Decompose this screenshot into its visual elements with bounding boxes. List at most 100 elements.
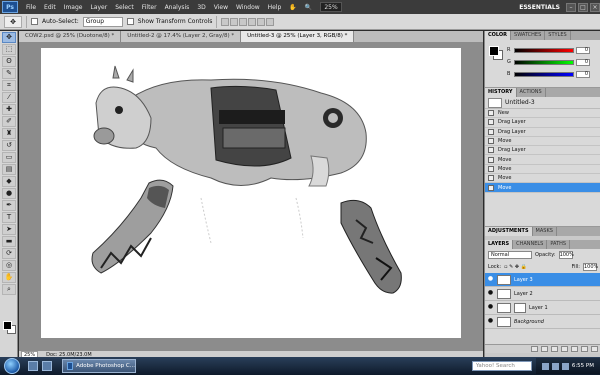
- add-mask-icon[interactable]: [551, 346, 558, 352]
- menu-help[interactable]: Help: [264, 4, 286, 11]
- lasso-tool-icon[interactable]: ʘ: [2, 56, 16, 67]
- start-button[interactable]: [4, 358, 20, 374]
- close-button[interactable]: ×: [590, 2, 600, 12]
- tray-volume-icon[interactable]: [551, 362, 559, 370]
- layer-name[interactable]: Layer 2: [514, 291, 533, 297]
- menu-window[interactable]: Window: [232, 4, 264, 11]
- menu-3d[interactable]: 3D: [193, 4, 209, 11]
- hand-tool-icon[interactable]: ✋: [2, 272, 16, 283]
- history-item[interactable]: Move: [485, 165, 600, 175]
- menu-select[interactable]: Select: [111, 4, 138, 11]
- crop-tool-icon[interactable]: ⌗: [2, 80, 16, 91]
- type-tool-icon[interactable]: T: [2, 212, 16, 223]
- new-group-icon[interactable]: [571, 346, 578, 352]
- tab-color[interactable]: COLOR: [485, 31, 512, 40]
- tab-actions[interactable]: ACTIONS: [517, 88, 546, 97]
- red-slider[interactable]: R 0: [507, 46, 597, 54]
- quick-launch-folder-icon[interactable]: [42, 361, 52, 371]
- history-snapshot[interactable]: Untitled-3: [485, 97, 600, 109]
- green-bar[interactable]: [514, 59, 574, 65]
- history-item[interactable]: Drag Layer: [485, 128, 600, 137]
- tab-styles[interactable]: STYLES: [545, 31, 571, 40]
- marquee-tool-icon[interactable]: ⬚: [2, 44, 16, 55]
- eyedropper-tool-icon[interactable]: ⁄: [2, 92, 16, 103]
- blue-value[interactable]: 0: [576, 70, 590, 78]
- eye-icon[interactable]: ●: [487, 318, 494, 325]
- history-item[interactable]: Move: [485, 155, 600, 165]
- history-item-selected[interactable]: Move: [485, 183, 600, 193]
- layer-row[interactable]: ● Layer 2: [485, 287, 600, 301]
- align-top-icon[interactable]: [221, 17, 230, 26]
- quick-launch-ie-icon[interactable]: [28, 361, 38, 371]
- layer-name[interactable]: Background: [514, 319, 544, 325]
- history-item[interactable]: New: [485, 109, 600, 119]
- zoom-tool-icon[interactable]: ⌕: [2, 284, 16, 295]
- align-right-icon[interactable]: [266, 17, 275, 26]
- workspace-switcher[interactable]: ESSENTIALS: [519, 4, 560, 11]
- layer-row[interactable]: ● Layer 1: [485, 301, 600, 315]
- new-layer-icon[interactable]: [581, 346, 588, 352]
- document-canvas[interactable]: [41, 48, 461, 338]
- link-layers-icon[interactable]: [531, 346, 538, 352]
- path-select-tool-icon[interactable]: ➤: [2, 224, 16, 235]
- blue-slider[interactable]: B 0: [507, 70, 597, 78]
- menu-edit[interactable]: Edit: [40, 4, 60, 11]
- tab-paths[interactable]: PATHS: [547, 240, 571, 249]
- move-tool-icon[interactable]: ✥: [2, 32, 16, 43]
- shape-tool-icon[interactable]: ▬: [2, 236, 16, 247]
- history-item[interactable]: Move: [485, 174, 600, 184]
- stamp-tool-icon[interactable]: ♜: [2, 128, 16, 139]
- 3d-orbit-tool-icon[interactable]: ◎: [2, 260, 16, 271]
- tab-masks[interactable]: MASKS: [533, 227, 557, 236]
- lock-icons[interactable]: ▫ ✎ ✥ 🔒: [504, 264, 527, 270]
- show-transform-checkbox[interactable]: [126, 18, 134, 25]
- tab-adjustments[interactable]: ADJUSTMENTS: [485, 227, 533, 236]
- tray-app-icon[interactable]: [561, 362, 569, 370]
- opacity-input[interactable]: 100%: [558, 251, 574, 259]
- trash-icon[interactable]: [591, 346, 598, 352]
- foreground-color-swatch[interactable]: [3, 321, 12, 330]
- history-brush-tool-icon[interactable]: ↺: [2, 140, 16, 151]
- history-item[interactable]: Drag Layer: [485, 118, 600, 128]
- adjustment-layer-icon[interactable]: [561, 346, 568, 352]
- green-value[interactable]: 0: [576, 58, 590, 66]
- healing-tool-icon[interactable]: ✚: [2, 104, 16, 115]
- minimize-button[interactable]: –: [566, 2, 576, 12]
- tray-network-icon[interactable]: [541, 362, 549, 370]
- green-slider[interactable]: G 0: [507, 58, 597, 66]
- pen-tool-icon[interactable]: ✒: [2, 200, 16, 211]
- auto-select-dropdown[interactable]: Group: [82, 16, 123, 27]
- align-middle-icon[interactable]: [230, 17, 239, 26]
- align-left-icon[interactable]: [248, 17, 257, 26]
- blur-tool-icon[interactable]: ◆: [2, 176, 16, 187]
- red-value[interactable]: 0: [576, 46, 590, 54]
- layer-row[interactable]: ● Background: [485, 315, 600, 329]
- zoom-level[interactable]: 25%: [320, 2, 342, 12]
- layer-mask-thumbnail[interactable]: [514, 302, 526, 313]
- hand-tool-icon[interactable]: ✋: [285, 4, 300, 11]
- eraser-tool-icon[interactable]: ▭: [2, 152, 16, 163]
- history-item[interactable]: Move: [485, 137, 600, 147]
- 3d-rotate-tool-icon[interactable]: ⟳: [2, 248, 16, 259]
- align-center-icon[interactable]: [257, 17, 266, 26]
- eye-icon[interactable]: ●: [487, 290, 494, 297]
- menu-analysis[interactable]: Analysis: [161, 4, 194, 11]
- tab-swatches[interactable]: SWATCHES: [511, 31, 546, 40]
- align-bottom-icon[interactable]: [239, 17, 248, 26]
- brush-tool-icon[interactable]: ✐: [2, 116, 16, 127]
- layer-style-icon[interactable]: [541, 346, 548, 352]
- auto-select-checkbox[interactable]: [31, 18, 38, 25]
- tab-cow2[interactable]: COW2.psd @ 25% (Duotone/8) *: [19, 31, 122, 42]
- yahoo-search-input[interactable]: Yahoo! Search: [471, 361, 532, 371]
- menu-view[interactable]: View: [210, 4, 232, 11]
- layer-row[interactable]: ● Layer 3: [485, 273, 600, 287]
- tab-layers[interactable]: LAYERS: [485, 240, 514, 249]
- layer-name[interactable]: Layer 1: [529, 305, 548, 311]
- tab-untitled-2[interactable]: Untitled-2 @ 17.4% (Layer 2, Gray/8) *: [121, 31, 242, 42]
- blend-mode-dropdown[interactable]: Normal: [488, 251, 532, 259]
- fill-input[interactable]: 100%: [583, 263, 598, 271]
- red-bar[interactable]: [514, 47, 574, 53]
- blue-bar[interactable]: [514, 71, 574, 77]
- menu-image[interactable]: Image: [60, 4, 87, 11]
- color-foreground-swatch[interactable]: [489, 46, 499, 56]
